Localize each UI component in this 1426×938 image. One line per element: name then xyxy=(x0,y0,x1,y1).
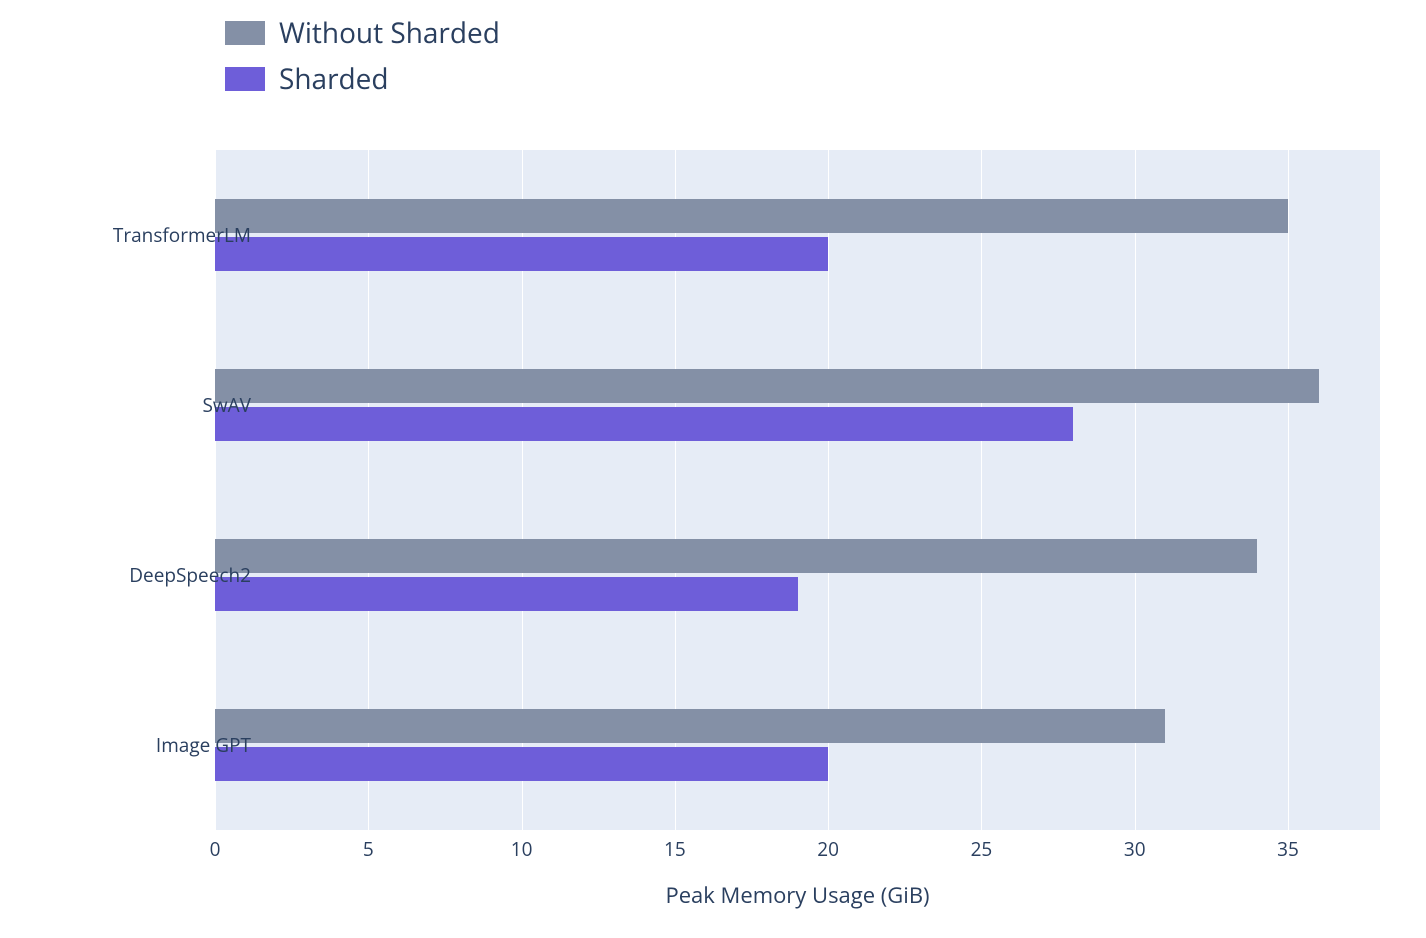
x-tick-label: 15 xyxy=(664,836,686,862)
bar-sharded[interactable] xyxy=(215,237,828,271)
bar-sharded[interactable] xyxy=(215,407,1073,441)
legend-label: Sharded xyxy=(279,60,389,98)
gridline xyxy=(1288,150,1289,830)
legend: Without Sharded Sharded xyxy=(225,10,500,102)
legend-item-without-sharded[interactable]: Without Sharded xyxy=(225,10,500,56)
legend-swatch xyxy=(225,21,265,45)
y-tick-label: SwAV xyxy=(51,392,251,418)
y-tick-label: DeepSpeech2 xyxy=(51,562,251,588)
legend-label: Without Sharded xyxy=(279,14,500,52)
x-tick-label: 10 xyxy=(511,836,533,862)
x-tick-label: 30 xyxy=(1124,836,1146,862)
x-tick-label: 5 xyxy=(363,836,374,862)
chart-container: Without Sharded Sharded TransformerLM SwA… xyxy=(0,0,1426,938)
x-tick-label: 35 xyxy=(1277,836,1299,862)
plot-area xyxy=(215,150,1380,830)
x-tick-label: 20 xyxy=(817,836,839,862)
x-tick-label: 0 xyxy=(210,836,221,862)
bar-without-sharded[interactable] xyxy=(215,709,1165,743)
bar-without-sharded[interactable] xyxy=(215,199,1288,233)
y-tick-label: TransformerLM xyxy=(51,222,251,248)
bar-sharded[interactable] xyxy=(215,577,798,611)
bar-sharded[interactable] xyxy=(215,747,828,781)
legend-item-sharded[interactable]: Sharded xyxy=(225,56,500,102)
bar-without-sharded[interactable] xyxy=(215,539,1257,573)
y-tick-label: Image GPT xyxy=(51,732,251,758)
legend-swatch xyxy=(225,67,265,91)
bar-without-sharded[interactable] xyxy=(215,369,1319,403)
x-tick-label: 25 xyxy=(971,836,993,862)
x-axis-label: Peak Memory Usage (GiB) xyxy=(215,880,1380,910)
